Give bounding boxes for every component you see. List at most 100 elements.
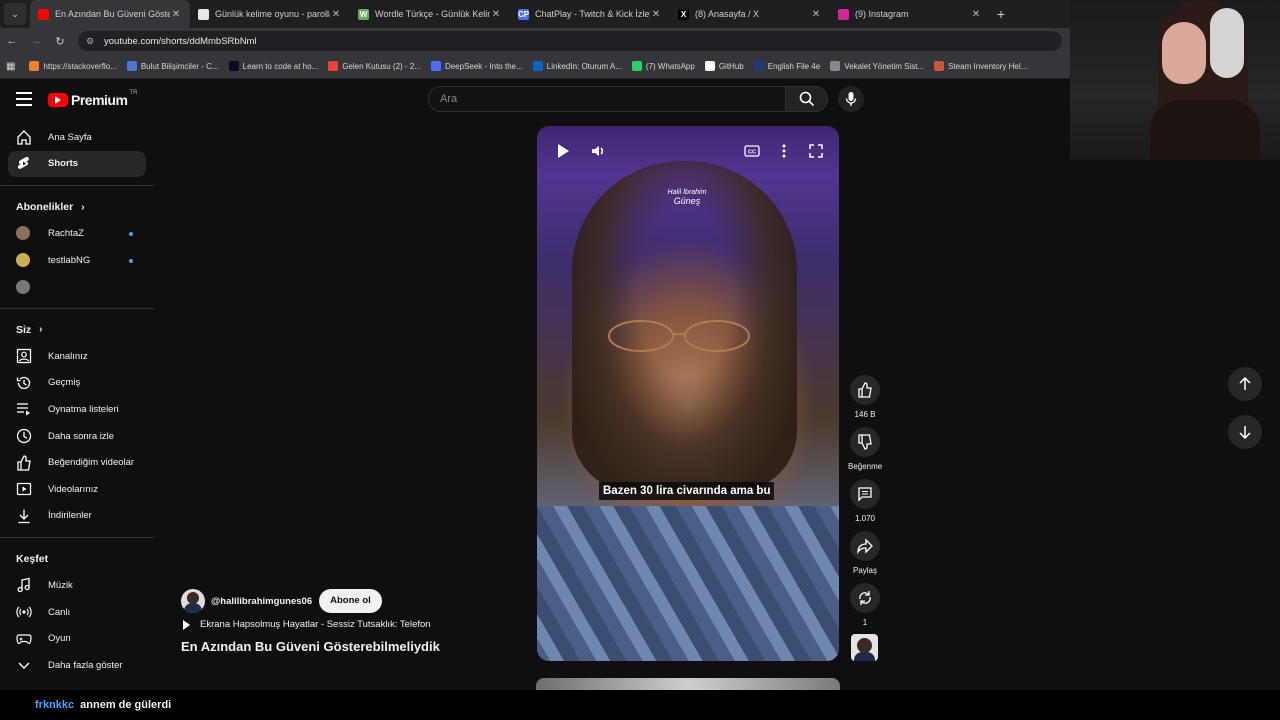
sidebar-item-playlists[interactable]: Oynatma listeleri — [0, 396, 146, 423]
youtube-premium-logo[interactable]: Premium TR — [48, 90, 137, 108]
voice-search-button[interactable] — [838, 86, 864, 112]
bookmark-favicon-icon — [126, 61, 137, 71]
sidebar-item-liked[interactable]: Beğendiğim videolar — [0, 449, 146, 476]
tab-close-icon[interactable]: ✕ — [650, 9, 662, 20]
volume-icon — [592, 146, 604, 156]
more-options-button[interactable] — [774, 142, 794, 160]
browser-tab[interactable]: Günlük kelime oyunu - parolla ✕ — [190, 0, 350, 28]
bookmark-favicon-icon — [430, 61, 441, 71]
bookmark-favicon-icon — [328, 61, 339, 71]
sidebar-item-home[interactable]: Ana Sayfa — [0, 124, 146, 151]
subscriptions-heading[interactable]: Abonelikler › — [0, 194, 154, 220]
address-bar-url: youtube.com/shorts/ddMmbSRbNml — [104, 35, 257, 47]
tab-close-icon[interactable]: ✕ — [970, 9, 982, 20]
chevron-right-icon: › — [81, 201, 85, 213]
reload-button[interactable]: ↻ — [48, 35, 72, 48]
channel-name[interactable]: @halilibrahimgunes06 — [211, 596, 312, 607]
home-icon — [16, 129, 32, 145]
tab-close-icon[interactable]: ✕ — [810, 9, 822, 20]
sidebar-item-music[interactable]: Müzik — [0, 572, 146, 599]
play-button[interactable] — [553, 142, 573, 160]
sidebar-item-label: Kanalınız — [48, 350, 88, 362]
bookmark-item[interactable]: Gelen Kutusu (2) - 2... — [328, 61, 421, 71]
tab-search-button[interactable]: ⌄ — [4, 3, 26, 25]
webcam-overlay — [1070, 0, 1280, 160]
tab-title: (9) Instagram — [855, 9, 909, 19]
chat-message: annem de gülerdi — [80, 699, 172, 711]
tab-close-icon[interactable]: ✕ — [170, 9, 182, 20]
next-short-button[interactable] — [1228, 415, 1262, 449]
tab-close-icon[interactable]: ✕ — [490, 9, 502, 20]
sidebar-item-gaming[interactable]: Oyun — [0, 625, 146, 652]
dislike-button[interactable]: Beğenme — [848, 427, 882, 471]
sidebar-item-history[interactable]: Geçmiş — [0, 370, 146, 397]
hamburger-menu-icon[interactable] — [16, 92, 32, 106]
sidebar-item-label: Müzik — [48, 579, 73, 591]
sidebar-item-your-videos[interactable]: Videolarınız — [0, 476, 146, 503]
sidebar-item-live[interactable]: Canlı — [0, 599, 146, 626]
playlist-play-icon — [183, 619, 190, 630]
tab-close-icon[interactable]: ✕ — [330, 9, 342, 20]
browser-tab[interactable]: En Azından Bu Güveni Gösterebi✕ — [30, 0, 190, 28]
bookmark-item[interactable]: Vekalet Yönetim Sist... — [830, 61, 924, 71]
tab-title: Wordle Türkçe - Günlük Kelime — [375, 9, 490, 19]
shorts-video-player[interactable]: CC Halil İbrahim Güneş Bazen 30 lira civa… — [537, 126, 839, 661]
search-input[interactable]: Ara — [428, 86, 786, 112]
sidebar-subscription[interactable] — [0, 273, 146, 300]
channel-thumbnail[interactable] — [851, 634, 878, 661]
tab-title: ChatPlay - Twitch & Kick İzleyici — [535, 9, 650, 19]
sidebar-item-chevron-down[interactable]: Daha fazla göster — [0, 652, 146, 679]
fullscreen-button[interactable] — [806, 142, 826, 160]
remix-button[interactable]: 1 — [848, 583, 882, 627]
bookmark-item[interactable]: GitHub — [704, 61, 744, 71]
browser-tab[interactable]: (9) Instagram ✕ — [830, 0, 990, 28]
you-heading[interactable]: Siz › — [0, 317, 154, 343]
playlist-link[interactable]: Ekrana Hapsolmuş Hayatlar - Sessiz Tutsa… — [183, 619, 431, 630]
new-tab-button[interactable]: + — [990, 6, 1012, 22]
bookmark-item[interactable]: LinkedIn: Oturum A... — [532, 61, 622, 71]
volume-button[interactable] — [588, 142, 608, 160]
bookmark-item[interactable]: DeepSeek - Into the... — [430, 61, 523, 71]
browser-tab[interactable]: W Wordle Türkçe - Günlük Kelime ✕ — [350, 0, 510, 28]
bookmark-item[interactable]: English File 4e — [753, 61, 820, 71]
liked-icon — [16, 454, 32, 471]
bookmark-favicon-icon — [532, 61, 543, 71]
bookmark-item[interactable]: Steam Inventory Hel... — [934, 61, 1027, 71]
sidebar-item-label: Canlı — [48, 606, 71, 618]
chevron-right-icon: › — [39, 324, 43, 336]
back-button[interactable]: ← — [0, 35, 24, 47]
sidebar-subscription[interactable]: testlabNG — [0, 247, 146, 274]
bookmark-item[interactable]: https://stackoverflo... — [29, 61, 117, 71]
forward-button[interactable]: → — [24, 35, 48, 47]
sidebar-subscription[interactable]: RachtaZ — [0, 220, 146, 247]
sidebar-item-downloads[interactable]: İndirilenler — [0, 503, 146, 530]
comments-button[interactable]: 1.070 — [848, 479, 882, 523]
subscription-avatar — [16, 226, 30, 241]
remix-count: 1 — [862, 618, 868, 627]
share-button[interactable]: Paylaş — [848, 531, 882, 575]
site-info-icon[interactable]: ⚙ — [86, 36, 98, 46]
browser-tab[interactable]: X (8) Anasayfa / X ✕ — [670, 0, 830, 28]
bookmark-item[interactable]: Bulut Bilişimciler - C... — [126, 61, 219, 71]
sidebar-item-watch-later[interactable]: Daha sonra izle — [0, 423, 146, 450]
apps-grid-icon[interactable]: ▦ — [6, 61, 15, 72]
browser-tab[interactable]: CP ChatPlay - Twitch & Kick İzleyici ✕ — [510, 0, 670, 28]
subscribe-button[interactable]: Abone ol — [319, 589, 382, 613]
previous-short-button[interactable] — [1228, 367, 1262, 401]
music-icon — [16, 577, 32, 593]
search-button[interactable] — [786, 86, 828, 112]
bookmark-label: https://stackoverflo... — [43, 61, 117, 71]
bookmark-item[interactable]: (7) WhatsApp — [631, 61, 695, 71]
gaming-icon — [16, 631, 32, 647]
address-bar[interactable]: ⚙ youtube.com/shorts/ddMmbSRbNml — [78, 31, 1062, 51]
channel-avatar[interactable] — [181, 589, 205, 613]
bookmark-label: LinkedIn: Oturum A... — [546, 61, 622, 71]
like-button[interactable]: 146 B — [848, 375, 882, 419]
sidebar-item-label: İndirilenler — [48, 510, 92, 522]
captions-button[interactable]: CC — [742, 142, 762, 160]
sidebar-item-channel[interactable]: Kanalınız — [0, 343, 146, 370]
sidebar-item-label: Shorts — [48, 158, 79, 170]
bookmark-item[interactable]: Learn to code at ho... — [228, 61, 318, 71]
next-short-preview[interactable] — [536, 678, 840, 690]
sidebar-item-shorts[interactable]: Shorts — [8, 150, 146, 178]
